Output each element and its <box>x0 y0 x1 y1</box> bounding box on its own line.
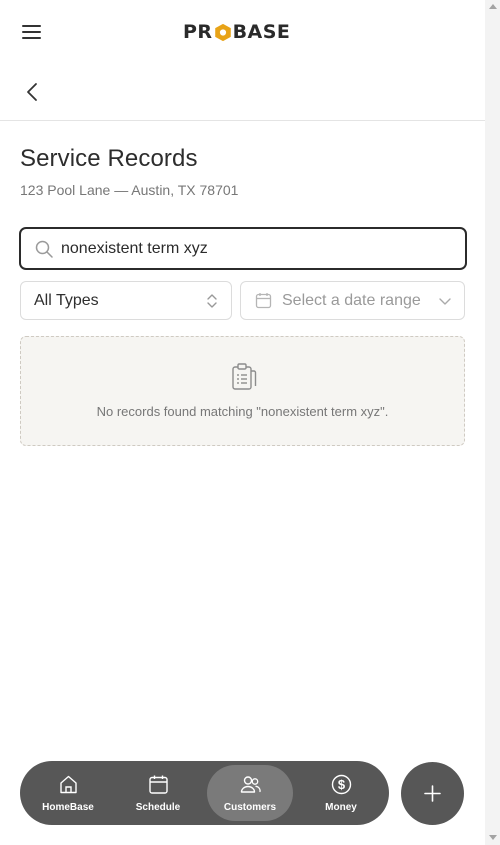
nav-label: HomeBase <box>42 802 94 813</box>
dollar-icon: $ <box>331 774 352 795</box>
search-box[interactable] <box>19 227 467 270</box>
page-scrollbar[interactable] <box>485 0 500 845</box>
back-button[interactable] <box>22 80 44 104</box>
nav-item-schedule[interactable]: Schedule <box>115 765 201 821</box>
app-header: PR BASE <box>0 0 485 62</box>
page-title: Service Records <box>20 145 198 172</box>
logo-hexagon-icon <box>214 23 231 41</box>
logo-text-right: BASE <box>232 21 291 43</box>
svg-text:$: $ <box>338 777 346 792</box>
customer-address: 123 Pool Lane — Austin, TX 78701 <box>20 182 239 198</box>
logo-text-left: PR <box>183 21 213 43</box>
calendar-icon <box>255 293 272 309</box>
chevron-up-down-icon <box>207 294 217 308</box>
bottom-navigation: HomeBase Schedule Customers $ Money <box>20 761 389 825</box>
search-input[interactable] <box>61 238 456 260</box>
search-icon <box>35 240 53 258</box>
scroll-down-arrow[interactable] <box>489 835 497 840</box>
nav-label: Customers <box>223 802 277 813</box>
probase-logo[interactable]: PR BASE <box>183 20 290 44</box>
nav-item-homebase[interactable]: HomeBase <box>25 765 111 821</box>
record-type-selected: All Types <box>34 292 99 309</box>
empty-state-message: No records found matching "nonexistent t… <box>96 404 389 419</box>
back-navigation-bar <box>0 62 485 121</box>
users-icon <box>240 776 261 793</box>
add-button[interactable] <box>401 762 464 825</box>
nav-label: Schedule <box>135 802 181 813</box>
nav-item-customers[interactable]: Customers <box>207 765 293 821</box>
chevron-down-icon <box>439 298 451 305</box>
chevron-left-icon <box>27 83 37 101</box>
record-type-select[interactable]: All Types <box>20 281 232 320</box>
hamburger-menu-icon[interactable] <box>22 24 42 40</box>
date-range-picker[interactable]: Select a date range <box>240 281 465 320</box>
nav-item-money[interactable]: $ Money <box>298 765 384 821</box>
calendar-icon <box>149 775 168 794</box>
empty-state: No records found matching "nonexistent t… <box>20 336 465 446</box>
nav-label: Money <box>325 802 357 813</box>
home-icon <box>60 775 77 794</box>
scroll-up-arrow[interactable] <box>489 4 497 9</box>
clipboard-list-icon <box>232 363 257 390</box>
plus-icon <box>424 785 441 802</box>
date-range-placeholder: Select a date range <box>282 292 421 309</box>
